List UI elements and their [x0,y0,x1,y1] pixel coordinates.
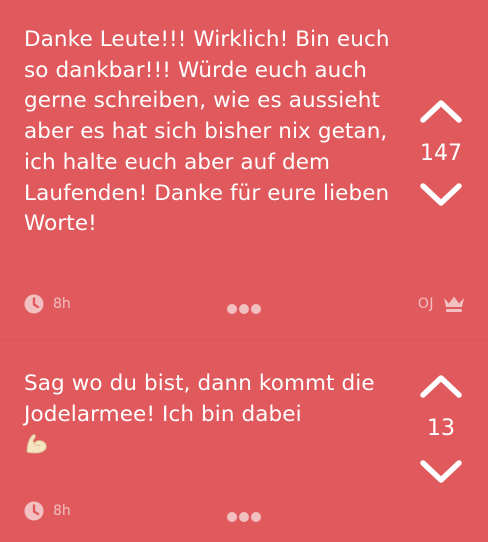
crown-icon [444,296,464,312]
oj-label: OJ [417,296,434,312]
more-dots-icon [227,304,261,314]
chevron-up-icon[interactable] [419,96,463,124]
clock-icon [24,501,44,521]
more-dots-icon [227,512,261,522]
post-time: 8h [53,296,71,312]
post-message: Sag wo du bist, dann kommt die Jodelarme… [24,369,396,461]
chevron-down-icon[interactable] [419,459,463,487]
post-meta: 8h [24,501,71,521]
more-options-button[interactable] [226,511,262,523]
post-message-text: Sag wo du bist, dann kommt die Jodelarme… [24,371,382,427]
more-options-button[interactable] [226,303,262,315]
post-card: Danke Leute!!! Wirklich! Bin euch so dan… [0,0,488,340]
post-message: Danke Leute!!! Wirklich! Bin euch so dan… [24,27,397,237]
flexed-biceps-icon [24,432,48,454]
chevron-up-icon[interactable] [419,371,463,399]
vote-count: 147 [420,141,462,166]
post-meta: 8h [24,294,71,314]
post-card: Sag wo du bist, dann kommt die Jodelarme… [0,340,488,542]
clock-icon [24,294,44,314]
vote-panel: 13 [416,371,466,487]
chevron-down-icon[interactable] [419,182,463,210]
vote-count: 13 [427,416,455,441]
post-time: 8h [53,503,71,519]
original-jodler-badge: OJ [418,295,466,313]
vote-panel: 147 [416,96,466,210]
